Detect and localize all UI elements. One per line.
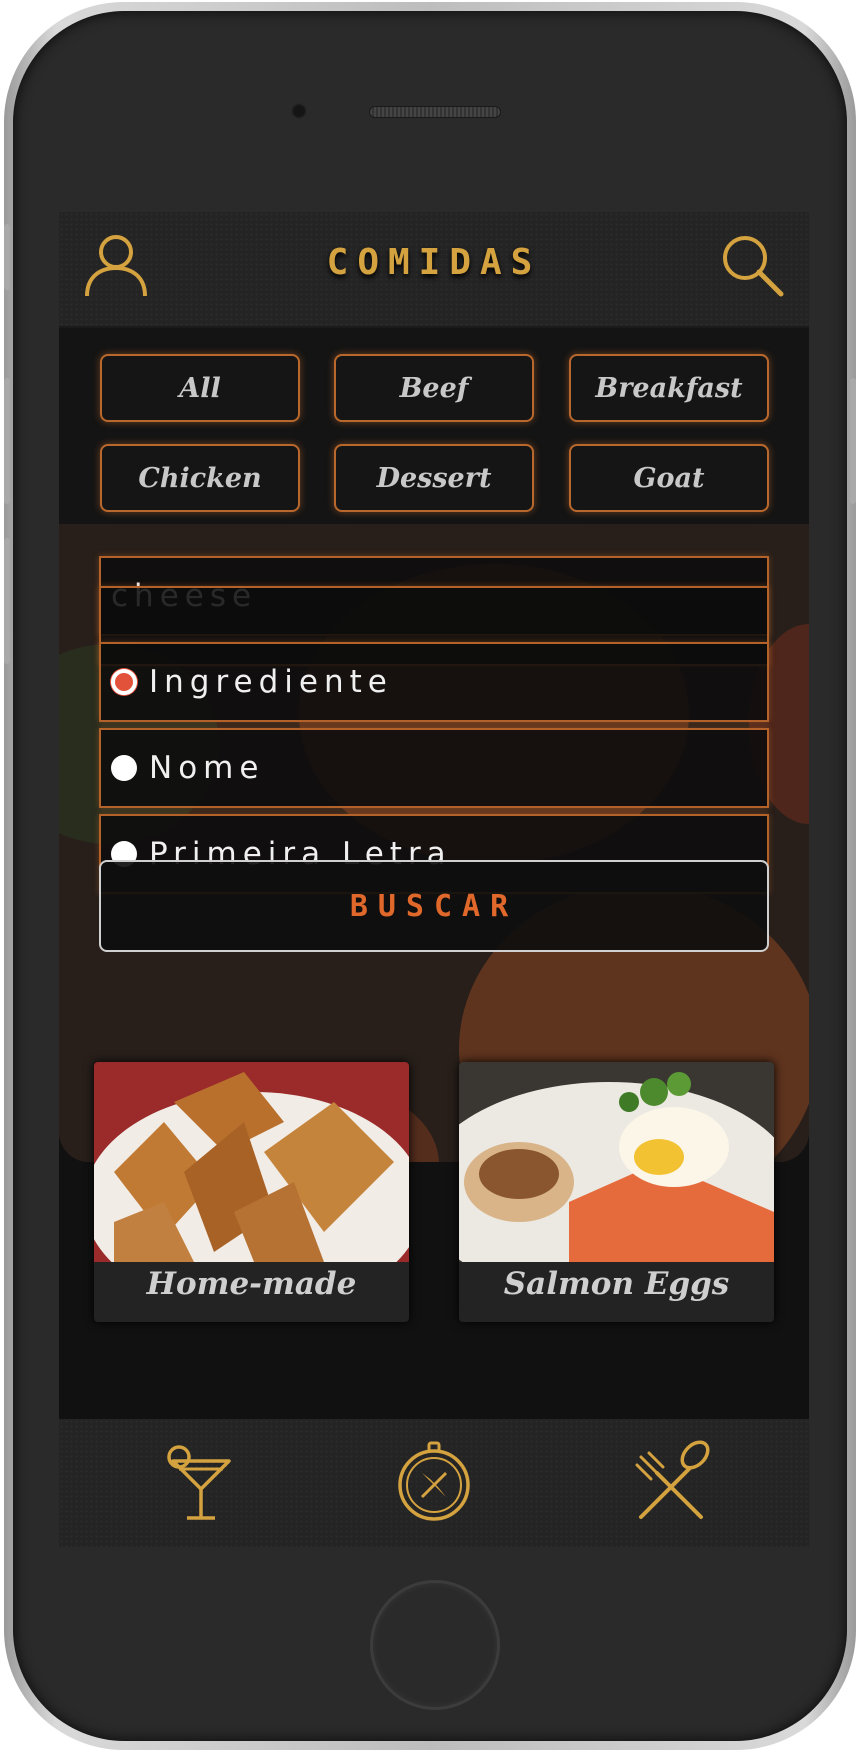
radio-unselected[interactable] bbox=[111, 755, 137, 781]
filter-goat-button[interactable]: Goat bbox=[569, 444, 769, 512]
phone-frame: COMIDAS All Beef Breakfast Chicken Desse… bbox=[4, 2, 856, 1750]
recipe-image bbox=[94, 1062, 409, 1262]
radio-selected[interactable] bbox=[111, 669, 137, 695]
filter-dessert-button[interactable]: Dessert bbox=[334, 444, 534, 512]
recipe-title: Home-made bbox=[146, 1266, 357, 1302]
filter-beef-button[interactable]: Beef bbox=[334, 354, 534, 422]
bottom-nav bbox=[59, 1419, 809, 1547]
radio-label: Nome bbox=[149, 750, 265, 786]
filter-chicken-button[interactable]: Chicken bbox=[100, 444, 300, 512]
recipe-card[interactable]: Salmon Eggs bbox=[459, 1062, 774, 1322]
volume-down-button bbox=[4, 538, 10, 664]
filter-all-button[interactable]: All bbox=[100, 354, 300, 422]
search-icon[interactable] bbox=[719, 232, 785, 298]
app-header: COMIDAS bbox=[59, 212, 809, 328]
filter-breakfast-button[interactable]: Breakfast bbox=[569, 354, 769, 422]
compass-icon[interactable] bbox=[392, 1439, 476, 1523]
fork-spoon-icon[interactable] bbox=[629, 1439, 713, 1523]
recipe-title: Salmon Eggs bbox=[503, 1266, 730, 1302]
radio-label: Ingrediente bbox=[149, 664, 393, 700]
radio-nome[interactable]: Nome bbox=[99, 728, 769, 808]
category-filters: All Beef Breakfast Chicken Dessert Goat bbox=[59, 328, 809, 528]
search-button[interactable]: BUSCAR bbox=[99, 860, 769, 952]
recipe-card[interactable]: Home-made bbox=[94, 1062, 409, 1322]
page-title: COMIDAS bbox=[326, 242, 542, 283]
power-button bbox=[850, 378, 856, 504]
mute-switch bbox=[4, 224, 10, 290]
radio-ingrediente[interactable]: Ingrediente bbox=[99, 642, 769, 722]
earpiece-speaker bbox=[369, 106, 501, 118]
app-screen: COMIDAS All Beef Breakfast Chicken Desse… bbox=[59, 212, 809, 1547]
front-camera bbox=[291, 103, 307, 119]
volume-up-button bbox=[4, 378, 10, 504]
home-button[interactable] bbox=[370, 1580, 500, 1710]
recipe-image bbox=[459, 1062, 774, 1262]
cocktail-icon[interactable] bbox=[159, 1439, 243, 1523]
